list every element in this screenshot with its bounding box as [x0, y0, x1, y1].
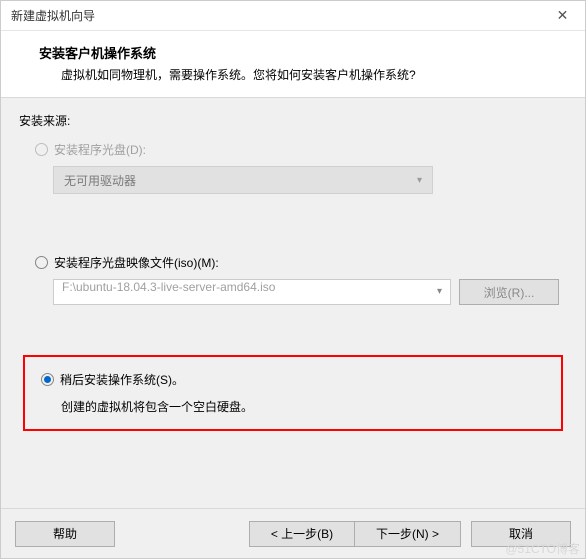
installer-disc-combo-value: 无可用驱动器 — [64, 172, 136, 189]
radio-iso-file[interactable] — [35, 256, 48, 269]
close-icon: ✕ — [557, 7, 569, 24]
highlight-annotation: 稍后安装操作系统(S)。 创建的虚拟机将包含一个空白硬盘。 — [23, 355, 563, 431]
close-button[interactable]: ✕ — [540, 1, 585, 31]
back-button[interactable]: < 上一步(B) — [249, 521, 355, 547]
iso-path-input[interactable]: F:\ubuntu-18.04.3-live-server-amd64.iso … — [53, 279, 451, 305]
install-source-label: 安装来源: — [19, 112, 567, 129]
iso-path-value: F:\ubuntu-18.04.3-live-server-amd64.iso — [62, 280, 275, 294]
installer-disc-combo: 无可用驱动器 ▾ — [53, 166, 433, 194]
cancel-button-label: 取消 — [509, 525, 533, 542]
header-desc: 虚拟机如同物理机，需要操作系统。您将如何安装客户机操作系统? — [61, 66, 565, 83]
wizard-content: 安装来源: 安装程序光盘(D): 无可用驱动器 ▾ 安装程序光盘映像文件(iso… — [1, 98, 585, 508]
help-button[interactable]: 帮助 — [15, 521, 115, 547]
header-title: 安装客户机操作系统 — [39, 43, 565, 62]
back-button-label: < 上一步(B) — [271, 525, 333, 542]
option-iso-file[interactable]: 安装程序光盘映像文件(iso)(M): — [35, 254, 567, 271]
browse-button-label: 浏览(R)... — [484, 284, 535, 301]
wizard-dialog: 新建虚拟机向导 ✕ 安装客户机操作系统 虚拟机如同物理机，需要操作系统。您将如何… — [0, 0, 586, 559]
next-button-label: 下一步(N) > — [376, 525, 439, 542]
option-install-later[interactable]: 稍后安装操作系统(S)。 — [41, 371, 547, 388]
help-button-label: 帮助 — [53, 525, 77, 542]
cancel-button[interactable]: 取消 — [471, 521, 571, 547]
chevron-down-icon[interactable]: ▾ — [437, 286, 442, 297]
option-installer-disc: 安装程序光盘(D): — [35, 141, 567, 158]
option-install-later-label: 稍后安装操作系统(S)。 — [60, 371, 184, 388]
option-install-later-desc: 创建的虚拟机将包含一个空白硬盘。 — [61, 398, 547, 415]
option-installer-disc-label: 安装程序光盘(D): — [54, 141, 146, 158]
option-iso-file-label: 安装程序光盘映像文件(iso)(M): — [54, 254, 219, 271]
browse-button[interactable]: 浏览(R)... — [459, 279, 559, 305]
chevron-down-icon: ▾ — [417, 175, 422, 186]
window-title: 新建虚拟机向导 — [11, 7, 95, 24]
wizard-footer: 帮助 < 上一步(B) 下一步(N) > 取消 — [1, 508, 585, 558]
radio-installer-disc — [35, 143, 48, 156]
next-button[interactable]: 下一步(N) > — [355, 521, 461, 547]
titlebar: 新建虚拟机向导 ✕ — [1, 1, 585, 31]
wizard-header: 安装客户机操作系统 虚拟机如同物理机，需要操作系统。您将如何安装客户机操作系统? — [1, 31, 585, 98]
radio-install-later[interactable] — [41, 373, 54, 386]
